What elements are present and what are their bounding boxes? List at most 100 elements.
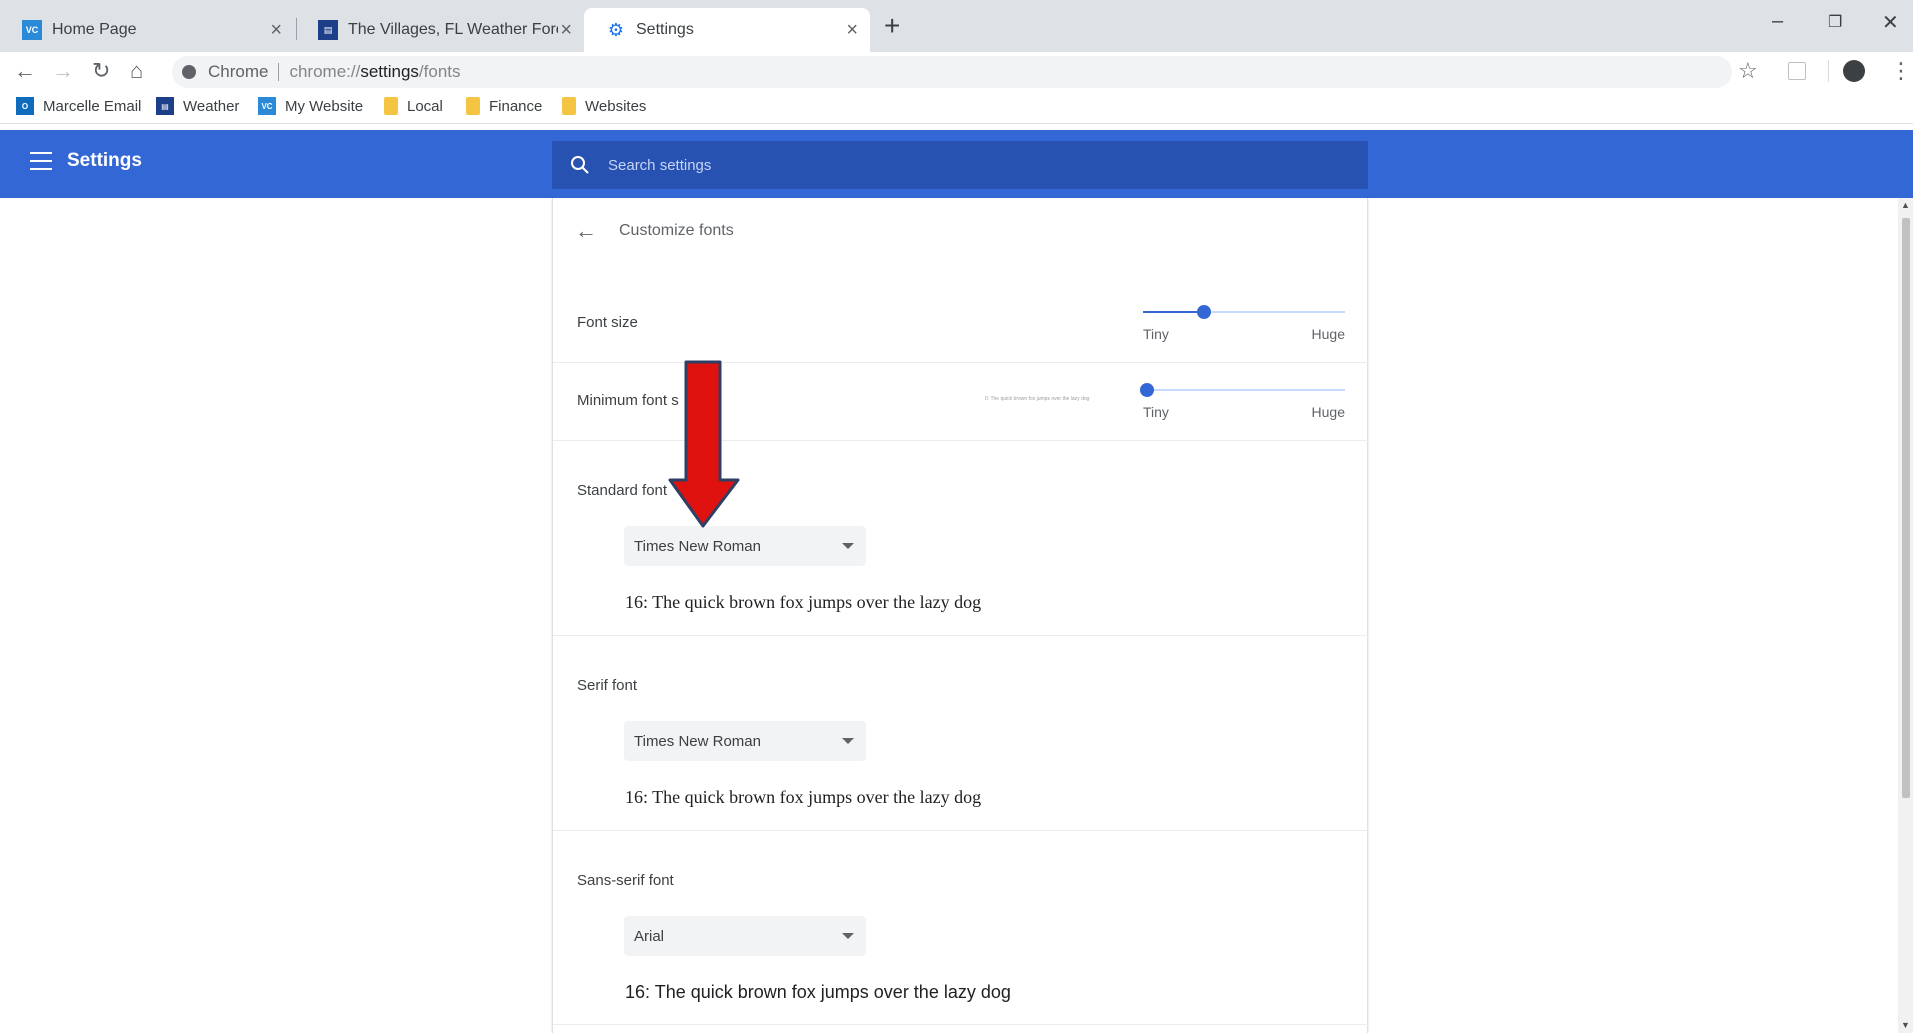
slider-knob[interactable] — [1197, 305, 1211, 319]
tab-weather[interactable]: ▤ The Villages, FL Weather Forecas × — [296, 8, 584, 52]
address-bar[interactable]: Chrome chrome://settings/fonts — [172, 56, 1732, 88]
back-button[interactable]: ← — [14, 58, 36, 84]
subpage-title: Customize fonts — [619, 222, 734, 239]
slider-track — [1143, 389, 1345, 391]
min-font-size-label: Minimum font s — [577, 392, 679, 409]
search-placeholder: Search settings — [608, 156, 712, 174]
sans-serif-font-sample: 16: The quick brown fox jumps over the l… — [625, 982, 1011, 1002]
selected-value: Arial — [634, 927, 665, 945]
standard-font-select[interactable]: Times New Roman — [624, 526, 866, 566]
tab-strip: VC Home Page × ▤ The Villages, FL Weathe… — [0, 0, 1913, 52]
min-font-preview: 0: The quick brown fox jumps over the la… — [985, 396, 1090, 402]
folder-icon — [562, 97, 576, 115]
gear-icon: ⚙ — [607, 19, 625, 40]
customize-fonts-card: ← Customize fonts Font size Tiny Huge Mi… — [552, 198, 1369, 1033]
sans-serif-font-select[interactable]: Arial — [624, 916, 866, 956]
divider — [553, 635, 1369, 636]
omnibox-divider — [278, 63, 280, 81]
folder-icon — [384, 97, 398, 115]
bookmark-folder-finance[interactable]: Finance — [466, 97, 542, 115]
serif-font-label: Serif font — [577, 677, 638, 694]
slider-max-label: Huge — [1311, 404, 1345, 420]
chevron-down-icon — [842, 738, 854, 744]
bookmark-label: Websites — [585, 97, 647, 115]
browser-window: VC Home Page × ▤ The Villages, FL Weathe… — [0, 0, 1913, 1033]
outlook-icon: O — [16, 97, 34, 115]
slider-max-label: Huge — [1311, 326, 1345, 342]
url-host: settings — [360, 62, 419, 81]
serif-font-select[interactable]: Times New Roman — [624, 721, 866, 761]
bookmarks-bar: O Marcelle Email ▤ Weather VC My Website… — [0, 90, 1913, 124]
scroll-up-icon[interactable]: ▲ — [1901, 200, 1910, 210]
red-arrow-icon — [668, 360, 740, 528]
toolbar-divider — [1828, 60, 1829, 82]
toolbar: ← → ↻ ⌂ Chrome chrome://settings/fonts ☆… — [0, 52, 1913, 90]
weather-icon: ▤ — [156, 97, 174, 115]
tab-title: Settings — [636, 21, 694, 38]
divider — [553, 830, 1369, 831]
url-prefix: chrome:// — [289, 62, 361, 81]
hamburger-menu-icon[interactable] — [30, 152, 52, 170]
slider-fill — [1143, 311, 1204, 313]
slider-min-label: Tiny — [1143, 404, 1169, 420]
new-tab-button[interactable]: + — [884, 12, 900, 40]
extension-icon[interactable] — [1788, 62, 1806, 80]
bookmark-label: Weather — [183, 97, 240, 115]
tab-title: Home Page — [52, 21, 137, 38]
settings-header: Settings Search settings — [0, 130, 1913, 198]
slider-knob[interactable] — [1140, 383, 1154, 397]
close-icon[interactable]: × — [270, 20, 282, 40]
vc-icon: VC — [258, 97, 276, 115]
reload-button[interactable]: ↻ — [92, 58, 110, 84]
back-arrow-icon[interactable]: ← — [575, 218, 597, 244]
bookmark-label: Marcelle Email — [43, 97, 142, 115]
serif-font-sample: 16: The quick brown fox jumps over the l… — [625, 787, 982, 807]
chevron-down-icon — [842, 933, 854, 939]
font-size-slider[interactable]: Tiny Huge — [1143, 300, 1345, 342]
scroll-thumb[interactable] — [1902, 218, 1910, 798]
slider-min-label: Tiny — [1143, 326, 1169, 342]
scroll-down-icon[interactable]: ▼ — [1901, 1020, 1910, 1030]
bookmark-folder-local[interactable]: Local — [384, 97, 443, 115]
chrome-label: Chrome — [208, 62, 269, 81]
close-window-button[interactable]: ✕ — [1882, 10, 1899, 35]
forward-button[interactable]: → — [52, 58, 74, 84]
selected-value: Times New Roman — [634, 537, 761, 555]
chrome-icon — [182, 65, 196, 79]
home-button[interactable]: ⌂ — [130, 58, 143, 84]
vc-icon: VC — [22, 20, 42, 40]
standard-font-label: Standard font — [577, 482, 668, 499]
close-icon[interactable]: × — [560, 20, 572, 40]
scrollbar[interactable]: ▲ ▼ — [1898, 198, 1913, 1033]
bookmark-marcelle-email[interactable]: O Marcelle Email — [16, 97, 141, 115]
minimize-button[interactable]: – — [1772, 10, 1783, 33]
folder-icon — [466, 97, 480, 115]
close-icon[interactable]: × — [846, 20, 858, 40]
search-icon — [570, 155, 590, 175]
tab-home-page[interactable]: VC Home Page × — [0, 8, 294, 52]
restore-button[interactable]: ❐ — [1828, 12, 1842, 32]
bookmark-weather[interactable]: ▤ Weather — [156, 97, 239, 115]
bookmark-label: Local — [407, 97, 443, 115]
chevron-down-icon — [842, 543, 854, 549]
profile-avatar-icon[interactable] — [1843, 60, 1865, 82]
bookmark-label: Finance — [489, 97, 543, 115]
divider — [553, 1024, 1369, 1025]
weather-icon: ▤ — [318, 20, 338, 40]
kebab-menu-icon[interactable]: ⋮ — [1890, 58, 1912, 84]
sans-serif-font-label: Sans-serif font — [577, 872, 674, 889]
left-panel — [0, 198, 552, 1033]
url-path: /fonts — [418, 62, 461, 81]
search-input[interactable]: Search settings — [552, 141, 1368, 189]
min-font-size-slider[interactable]: Tiny Huge — [1140, 378, 1345, 420]
page-title: Settings — [67, 150, 142, 171]
font-size-label: Font size — [577, 314, 638, 331]
tab-settings[interactable]: ⚙ Settings × — [584, 8, 870, 52]
standard-font-sample: 16: The quick brown fox jumps over the l… — [625, 592, 982, 612]
bookmark-star-icon[interactable]: ☆ — [1738, 58, 1758, 84]
selected-value: Times New Roman — [634, 732, 761, 750]
bookmark-label: My Website — [285, 97, 364, 115]
bookmark-my-website[interactable]: VC My Website — [258, 97, 363, 115]
bookmark-folder-websites[interactable]: Websites — [562, 97, 646, 115]
tab-title: The Villages, FL Weather Forecas — [348, 21, 558, 38]
